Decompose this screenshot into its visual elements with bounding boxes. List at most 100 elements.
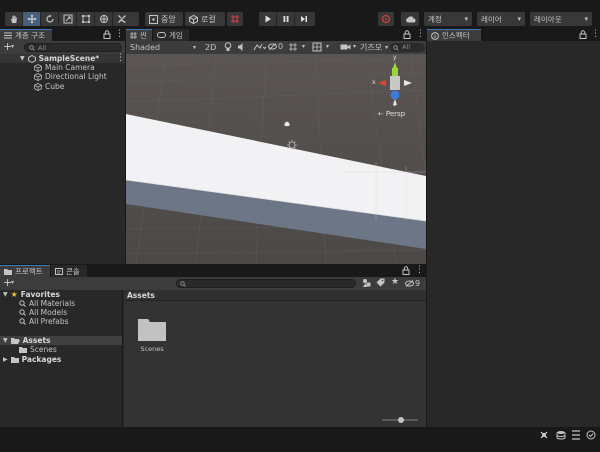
assets-row[interactable]: ▼ Assets	[0, 336, 122, 345]
tab-console[interactable]: 콘솔	[51, 265, 87, 277]
icon-size-slider[interactable]	[382, 417, 418, 423]
search-by-type-icon[interactable]	[362, 278, 371, 288]
unity-scene-icon	[27, 54, 36, 63]
grid-snap-icon[interactable]	[227, 12, 243, 26]
search-placeholder: All	[38, 44, 47, 52]
more-menu-icon[interactable]: ⋮	[115, 29, 124, 39]
hidden-count: 0	[278, 42, 284, 51]
layers-dropdown[interactable]: 레이어 ▾	[477, 12, 525, 26]
shading-mode-dropdown[interactable]: Shaded ▾	[128, 42, 198, 53]
favorite-all-prefabs[interactable]: All Prefabs	[19, 317, 69, 326]
grid-snap-button[interactable]	[227, 12, 243, 26]
play-icon[interactable]	[259, 12, 277, 26]
expand-arrow-icon[interactable]: ▼	[3, 337, 8, 344]
cloud-button[interactable]	[401, 12, 419, 26]
axis-x-label: x	[372, 79, 376, 86]
2d-toggle[interactable]: 2D	[205, 43, 216, 52]
debug-mode-icon[interactable]	[539, 430, 549, 440]
progress-icon[interactable]	[571, 430, 581, 440]
audio-toggle-icon[interactable]	[237, 42, 246, 52]
search-icon	[19, 300, 26, 307]
scene-viewport[interactable]: y x z ⇠ Persp	[126, 54, 426, 264]
pivot-local-toggle[interactable]: 로컬	[185, 12, 225, 26]
rect-tool-icon[interactable]	[77, 12, 95, 26]
tab-game[interactable]: 게임	[153, 29, 189, 41]
project-asset-grid: Assets Scenes	[124, 290, 426, 427]
favorite-all-materials[interactable]: All Materials	[19, 299, 75, 308]
pivot-center-toggle[interactable]: 중앙	[145, 12, 183, 26]
more-menu-icon[interactable]: ⋮	[415, 265, 424, 275]
scene-search-field[interactable]: All	[390, 43, 425, 52]
projection-toggle[interactable]: ⇠ Persp	[378, 110, 405, 118]
folder-icon	[138, 319, 166, 341]
orientation-gizmo[interactable]: y x z	[370, 54, 420, 116]
gizmos-dropdown[interactable]: 기즈모 ▾	[360, 42, 388, 53]
lock-icon[interactable]	[402, 266, 410, 275]
expand-arrow-icon[interactable]: ▼	[20, 55, 25, 62]
cache-server-icon[interactable]	[556, 430, 566, 440]
layers-label: 레이어	[481, 14, 502, 24]
hierarchy-item-main-camera[interactable]: Main Camera	[34, 63, 95, 72]
slider-handle[interactable]	[398, 417, 404, 423]
inspector-tab-label: 인스펙터	[442, 31, 470, 40]
chevron-down-icon[interactable]: ▾	[326, 43, 329, 50]
eye-slash-icon	[405, 280, 414, 287]
list-icon	[4, 32, 12, 39]
asset-item-scenes[interactable]: Scenes	[134, 316, 170, 362]
snap-increment-icon[interactable]	[312, 42, 322, 52]
more-menu-icon[interactable]: ⋮	[591, 29, 600, 39]
check-circle-icon[interactable]	[586, 430, 596, 440]
account-dropdown[interactable]: 계정 ▾	[424, 12, 472, 26]
folder-scenes[interactable]: Scenes	[19, 345, 57, 354]
step-icon[interactable]	[295, 12, 313, 26]
favorites-row[interactable]: ▼ ★ Favorites	[3, 290, 60, 299]
scene-menu-icon[interactable]: ⋮	[116, 53, 125, 63]
scene-row[interactable]: ▼ SampleScene* ⋮	[0, 53, 125, 63]
rotate-tool-icon[interactable]	[41, 12, 59, 26]
hierarchy-tabbar: 계층 구조 ⋮	[0, 29, 125, 41]
cloud-icon[interactable]	[401, 12, 419, 26]
hierarchy-item-label: Cube	[45, 82, 65, 91]
lighting-toggle-icon[interactable]	[224, 42, 232, 52]
hierarchy-item-directional-light[interactable]: Directional Light	[34, 72, 107, 81]
scale-tool-icon[interactable]	[59, 12, 77, 26]
pause-icon[interactable]	[277, 12, 295, 26]
scene-grid-icon[interactable]	[288, 42, 298, 52]
lock-icon[interactable]	[403, 30, 411, 39]
tab-inspector[interactable]: 인스펙터	[427, 29, 481, 41]
hierarchy-search-field[interactable]: All	[24, 43, 122, 52]
project-toolbar: + ▾ ★ 9	[0, 276, 426, 290]
label-tag-icon[interactable]	[376, 278, 385, 288]
collab-icon[interactable]	[378, 12, 394, 26]
chevron-down-icon[interactable]: ▾	[353, 43, 356, 50]
project-search-field[interactable]	[176, 279, 356, 288]
chevron-down-icon[interactable]: ▾	[302, 43, 305, 50]
assets-label: Assets	[22, 336, 51, 345]
transform-tool-icon[interactable]	[95, 12, 113, 26]
hidden-objects-counter[interactable]: 0	[268, 42, 283, 51]
favorite-star-icon[interactable]: ★	[391, 277, 399, 287]
search-icon	[393, 44, 399, 51]
more-menu-icon[interactable]: ⋮	[416, 29, 425, 39]
folder-icon	[19, 347, 27, 353]
camera-settings-icon[interactable]	[340, 42, 351, 52]
favorite-all-models[interactable]: All Models	[19, 308, 67, 317]
custom-tool-icon[interactable]	[113, 12, 131, 26]
hand-tool-icon[interactable]	[5, 12, 23, 26]
effects-toggle-icon[interactable]	[252, 42, 266, 52]
move-tool-icon[interactable]	[23, 12, 41, 26]
project-tab-label: 프로젝트	[15, 267, 43, 276]
lock-icon[interactable]	[103, 30, 111, 39]
layout-dropdown[interactable]: 레이아웃 ▾	[530, 12, 592, 26]
chevron-down-icon[interactable]: ▾	[11, 43, 14, 50]
breadcrumb[interactable]: Assets	[127, 291, 155, 300]
collapse-arrow-icon[interactable]: ▶	[3, 356, 8, 363]
expand-arrow-icon[interactable]: ▼	[3, 291, 8, 298]
hierarchy-item-cube[interactable]: Cube	[34, 82, 64, 91]
packages-row[interactable]: ▶ Packages	[3, 355, 61, 364]
hidden-packages-counter[interactable]: 9	[405, 279, 420, 288]
collab-button[interactable]	[378, 12, 394, 26]
lock-icon[interactable]	[579, 30, 587, 39]
chevron-down-icon[interactable]: ▾	[11, 279, 14, 286]
tab-scene[interactable]: 씬	[126, 29, 152, 41]
